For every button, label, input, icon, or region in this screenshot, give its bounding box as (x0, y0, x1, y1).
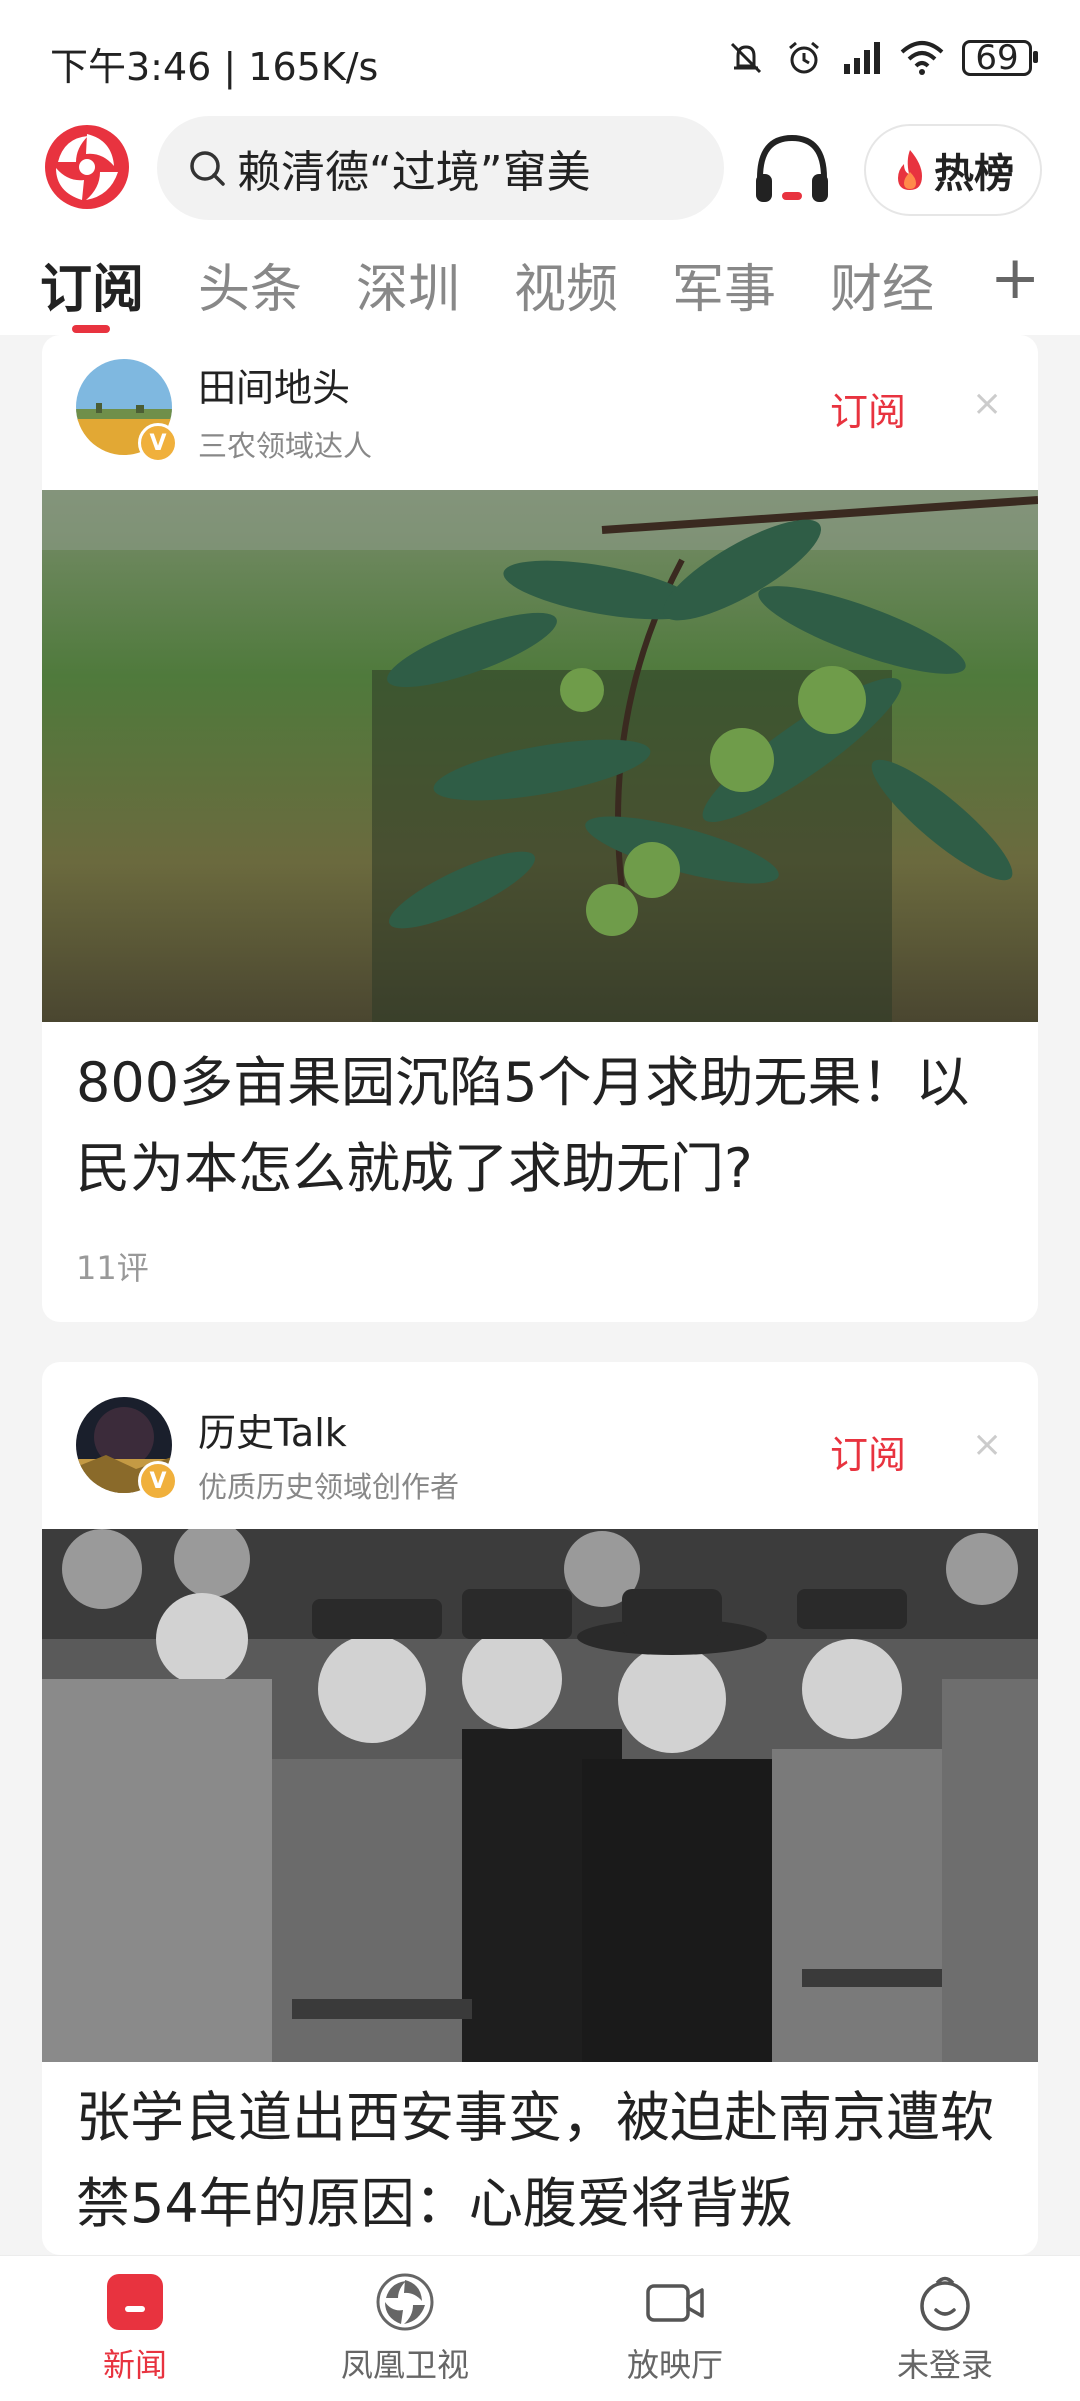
video-camera-icon (646, 2284, 704, 2322)
nav-profile[interactable]: 未登录 (810, 2256, 1080, 2401)
search-query: 赖清德“过境”窜美 (237, 147, 591, 198)
article-title[interactable]: 张学良道出西安事变，被迫赴南京遭软禁54年的原因：心腹爱将背叛 (76, 2075, 1006, 2247)
mute-icon (726, 38, 766, 78)
flame-icon (898, 150, 922, 190)
status-icons: 69 (726, 36, 1038, 80)
status-time: 下午3:46 | 165K/s (50, 45, 379, 89)
verified-badge-icon: V (138, 423, 178, 463)
tab-headlines[interactable]: 头条 (198, 247, 302, 322)
subscribe-button[interactable]: 订阅 (830, 1424, 906, 1479)
tab-video[interactable]: 视频 (514, 247, 618, 322)
nav-phoenix-tv[interactable]: 凤凰卫视 (270, 2256, 540, 2401)
nav-label: 新闻 (102, 2346, 167, 2384)
profile-icon (920, 2276, 970, 2331)
app-header: 赖清德“过境”窜美 热榜 (0, 110, 1080, 225)
nav-label: 未登录 (896, 2346, 993, 2384)
close-icon[interactable]: × (972, 1424, 1002, 1465)
search-icon (190, 151, 225, 186)
hot-list-button[interactable]: 热榜 (864, 124, 1042, 216)
article-image[interactable] (42, 1529, 1038, 2062)
nav-label: 凤凰卫视 (340, 2346, 469, 2384)
tab-subscribe[interactable]: 订阅 (40, 247, 144, 322)
bottom-navigation: 新闻 凤凰卫视 放映厅 未登录 (0, 2255, 1080, 2401)
author-description: 优质历史领域创作者 (198, 1470, 460, 1504)
tab-military[interactable]: 军事 (672, 247, 776, 322)
feed-card[interactable]: V 田间地头 三农领域达人 订阅 × 800多亩果园沉陷5个月求助无果！以民为本… (42, 335, 1038, 1322)
news-icon (107, 2274, 163, 2330)
article-image[interactable] (42, 490, 1038, 1022)
feed-card[interactable]: V 历史Talk 优质历史领域创作者 订阅 × 张学良道出西安事变，被迫赴南京遭… (42, 1362, 1038, 2255)
author-name[interactable]: 历史Talk (198, 1402, 347, 1457)
ifeng-logo-icon[interactable] (42, 122, 132, 212)
nav-news[interactable]: 新闻 (0, 2256, 270, 2401)
nav-cinema[interactable]: 放映厅 (540, 2256, 810, 2401)
tab-finance[interactable]: 财经 (830, 247, 934, 322)
phoenix-tv-icon (376, 2273, 434, 2331)
nav-label: 放映厅 (626, 2346, 723, 2384)
search-bar[interactable]: 赖清德“过境”窜美 (157, 116, 724, 220)
comment-count[interactable]: 11评 (76, 1243, 149, 1289)
battery-level: 69 (975, 38, 1019, 78)
tab-shenzhen[interactable]: 深圳 (356, 247, 460, 322)
headphones-icon[interactable] (752, 132, 832, 206)
active-tab-indicator (72, 325, 110, 333)
verified-badge-icon: V (138, 1461, 178, 1501)
alarm-icon (784, 38, 824, 78)
author-description: 三农领域达人 (198, 429, 373, 463)
channel-tabs: 订阅 头条 深圳 视频 军事 财经 + (0, 225, 1080, 335)
article-title[interactable]: 800多亩果园沉陷5个月求助无果！以民为本怎么就成了求助无门? (76, 1040, 1006, 1212)
subscribe-button[interactable]: 订阅 (830, 381, 906, 436)
battery-icon: 69 (962, 38, 1038, 78)
author-name[interactable]: 田间地头 (198, 357, 350, 412)
wifi-icon (900, 40, 944, 76)
status-bar: 下午3:46 | 165K/s 69 (0, 0, 1080, 120)
add-channel-button[interactable]: + (990, 243, 1040, 313)
close-icon[interactable]: × (972, 383, 1002, 424)
signal-icon (842, 40, 882, 76)
hot-list-label: 热榜 (934, 151, 1014, 197)
